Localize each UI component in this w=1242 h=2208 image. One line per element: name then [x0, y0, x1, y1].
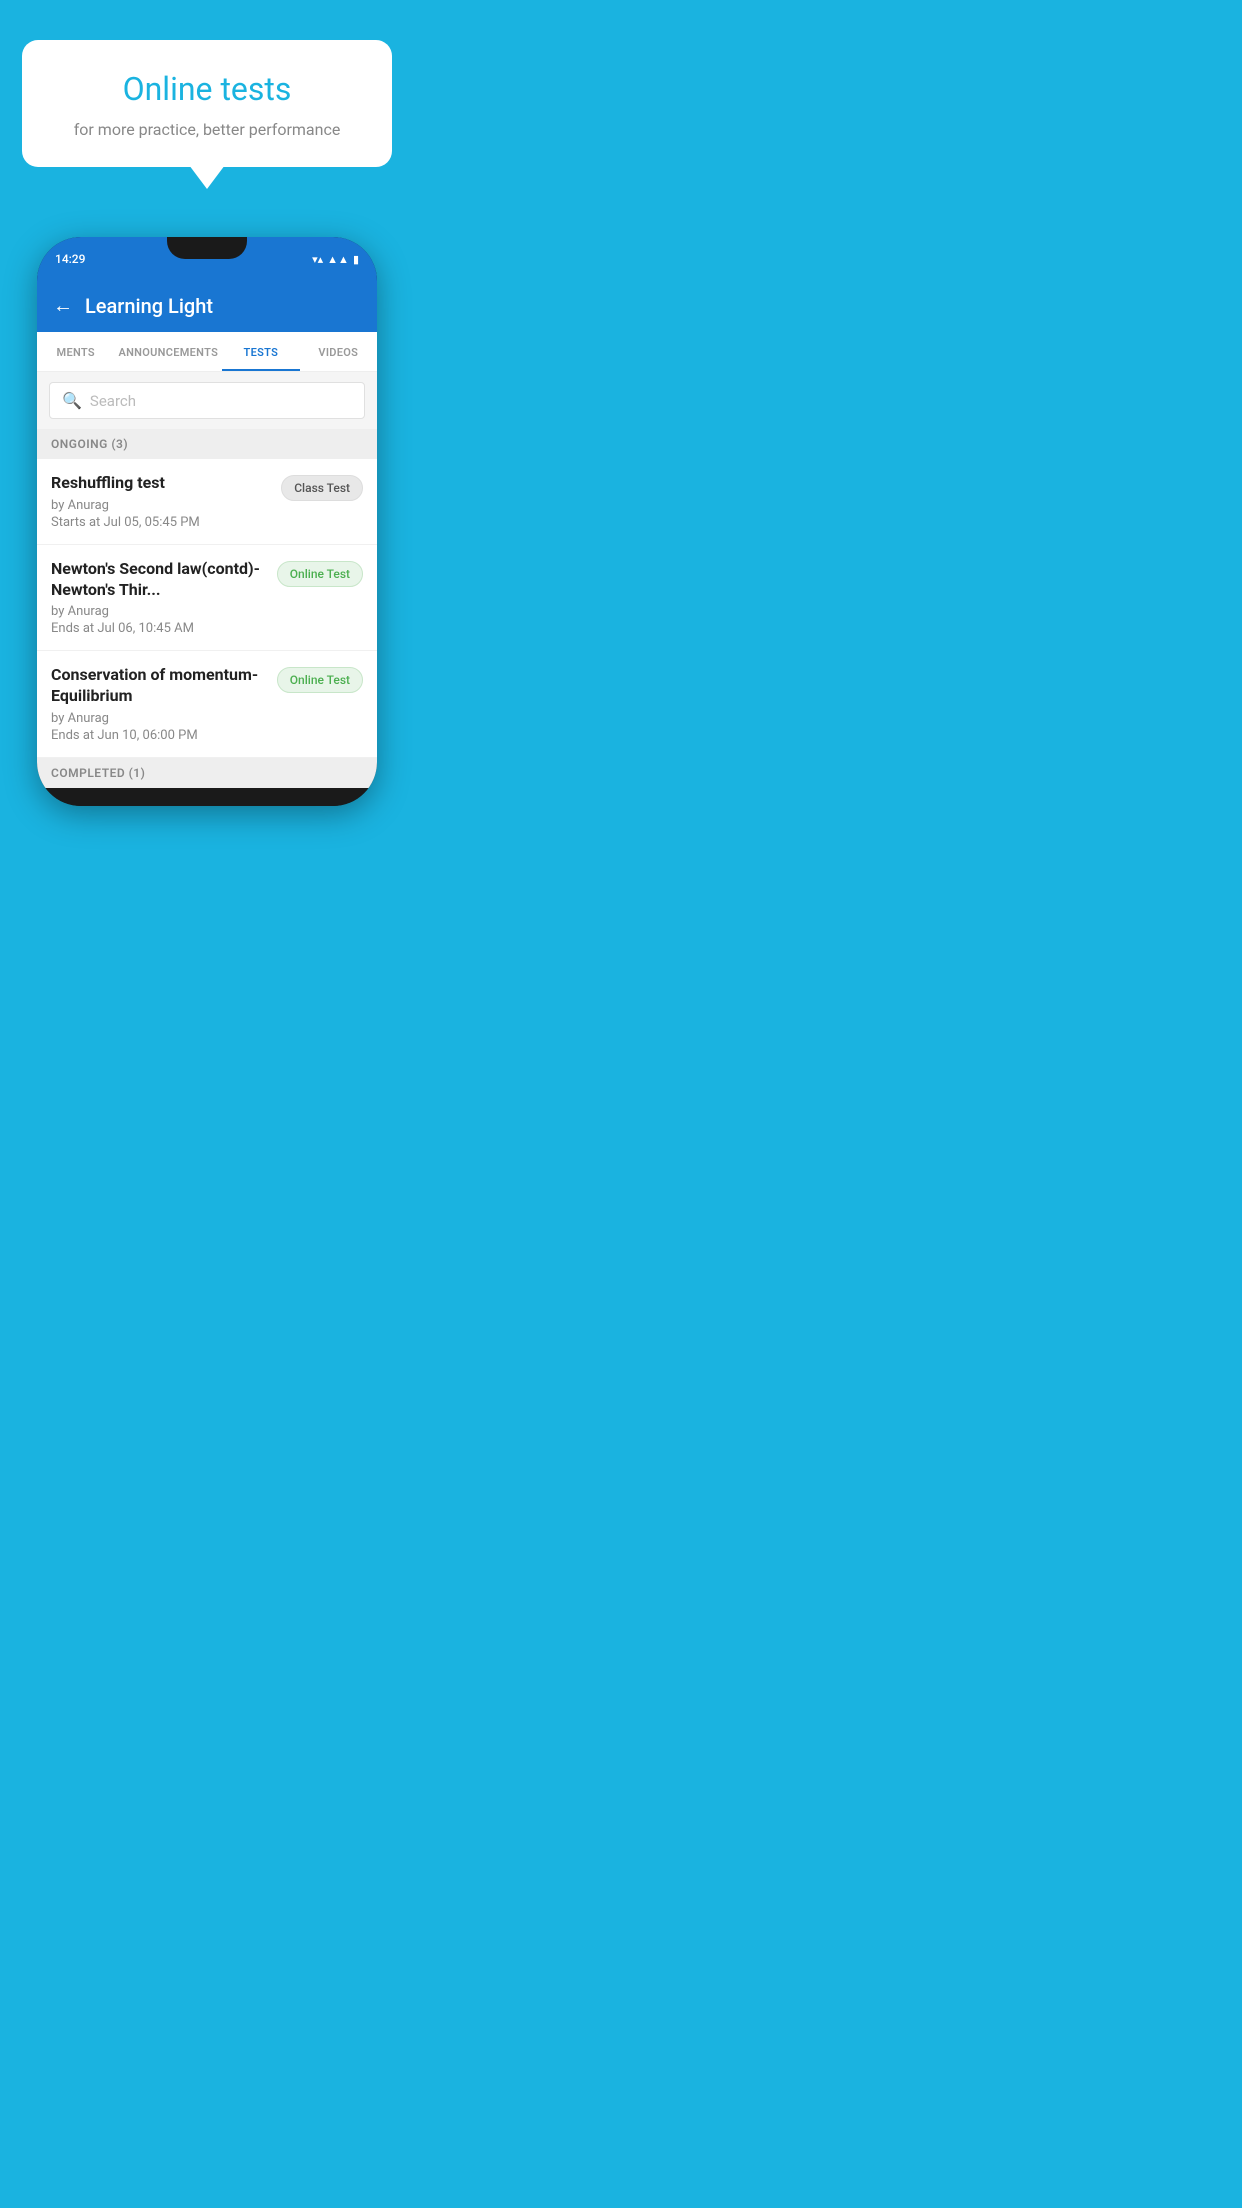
tab-ments[interactable]: MENTS [37, 332, 114, 371]
test-info-2: Newton's Second law(contd)-Newton's Thir… [51, 559, 277, 637]
test-item[interactable]: Conservation of momentum-Equilibrium by … [37, 651, 377, 758]
tab-videos[interactable]: VIDEOS [300, 332, 377, 371]
back-button[interactable]: ← [53, 293, 73, 318]
test-by-2: by Anurag [51, 604, 267, 619]
search-container: 🔍 Search [37, 372, 377, 429]
search-icon: 🔍 [62, 391, 82, 410]
battery-icon: ▮ [353, 253, 359, 266]
test-date-3: Ends at Jun 10, 06:00 PM [51, 728, 267, 743]
test-name-2: Newton's Second law(contd)-Newton's Thir… [51, 559, 267, 601]
test-by-3: by Anurag [51, 711, 267, 726]
phone-bottom-bar [37, 788, 377, 806]
bubble-subtitle: for more practice, better performance [52, 120, 362, 139]
signal-icon: ▲▲ [327, 253, 349, 266]
search-input-wrapper[interactable]: 🔍 Search [49, 382, 365, 419]
test-item[interactable]: Newton's Second law(contd)-Newton's Thir… [37, 545, 377, 652]
phone-mockup: 14:29 ▾▴ ▲▲ ▮ ← Learning Light MENTS ANN… [17, 237, 397, 806]
bubble-section: Online tests for more practice, better p… [0, 0, 414, 217]
test-item[interactable]: Reshuffling test by Anurag Starts at Jul… [37, 459, 377, 545]
tab-announcements[interactable]: ANNOUNCEMENTS [114, 332, 222, 371]
tabs-bar: MENTS ANNOUNCEMENTS TESTS VIDEOS [37, 332, 377, 372]
wifi-icon: ▾▴ [312, 253, 323, 266]
test-badge-2: Online Test [277, 561, 363, 587]
status-bar: 14:29 ▾▴ ▲▲ ▮ [37, 237, 377, 281]
test-name-3: Conservation of momentum-Equilibrium [51, 665, 267, 707]
completed-section-header: COMPLETED (1) [37, 758, 377, 788]
test-badge-1: Class Test [281, 475, 363, 501]
test-name-1: Reshuffling test [51, 473, 271, 494]
status-time: 14:29 [55, 252, 85, 266]
app-bar: ← Learning Light [37, 281, 377, 332]
test-badge-3: Online Test [277, 667, 363, 693]
test-date-1: Starts at Jul 05, 05:45 PM [51, 515, 271, 530]
tab-tests[interactable]: TESTS [222, 332, 299, 371]
ongoing-section-header: ONGOING (3) [37, 429, 377, 459]
test-info-1: Reshuffling test by Anurag Starts at Jul… [51, 473, 281, 530]
bubble-title: Online tests [52, 70, 362, 108]
phone-frame: 14:29 ▾▴ ▲▲ ▮ ← Learning Light MENTS ANN… [37, 237, 377, 806]
speech-bubble: Online tests for more practice, better p… [22, 40, 392, 167]
tests-list: Reshuffling test by Anurag Starts at Jul… [37, 459, 377, 758]
test-by-1: by Anurag [51, 498, 271, 513]
app-bar-title: Learning Light [85, 294, 213, 318]
search-input[interactable]: Search [90, 392, 136, 410]
test-info-3: Conservation of momentum-Equilibrium by … [51, 665, 277, 743]
status-icons: ▾▴ ▲▲ ▮ [312, 253, 359, 266]
test-date-2: Ends at Jul 06, 10:45 AM [51, 621, 267, 636]
